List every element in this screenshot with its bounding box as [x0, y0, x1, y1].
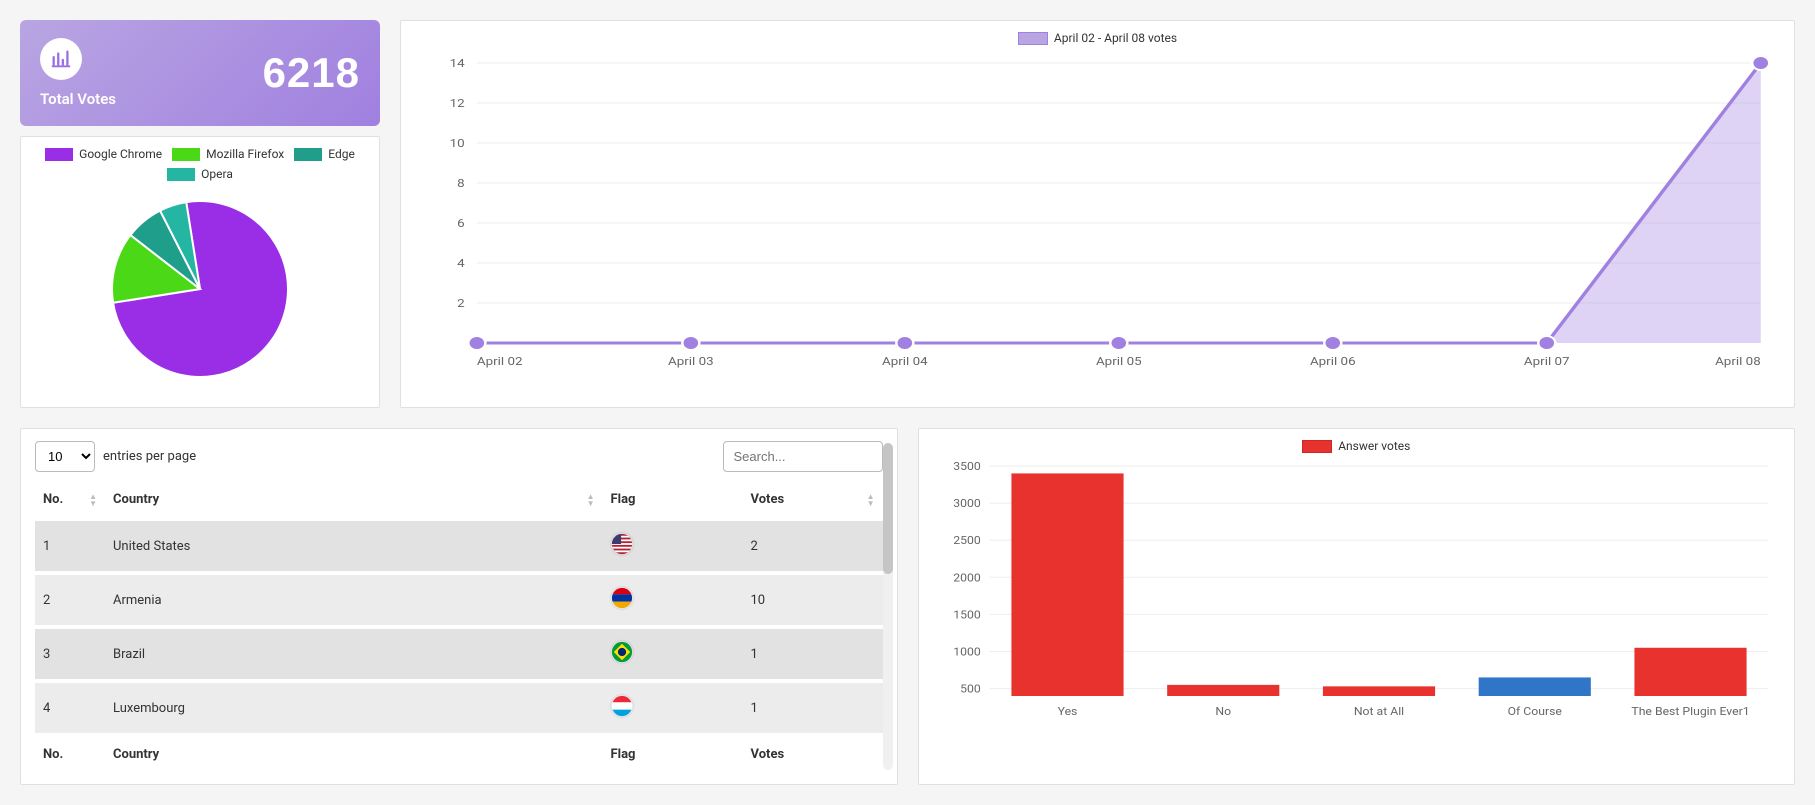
svg-text:3500: 3500	[953, 461, 980, 473]
total-votes-card: Total Votes 6218	[20, 20, 380, 126]
cell-country: United States	[105, 519, 603, 573]
cell-no: 4	[35, 681, 105, 735]
entries-label: entries per page	[103, 449, 196, 464]
svg-text:Not at All: Not at All	[1353, 705, 1403, 718]
svg-text:April 06: April 06	[1310, 355, 1356, 368]
cell-votes: 1	[743, 681, 883, 735]
cell-country: Armenia	[105, 573, 603, 627]
cell-votes: 10	[743, 573, 883, 627]
cell-flag	[603, 627, 743, 681]
sort-icon[interactable]: ▲▼	[587, 493, 595, 507]
cell-no: 2	[35, 573, 105, 627]
cell-votes: 2	[743, 519, 883, 573]
answer-bar-card: Answer votes 500 1000 1500 2000 2500 3000 3500…	[918, 428, 1796, 785]
svg-text:10: 10	[450, 137, 465, 150]
flag-icon	[611, 533, 633, 555]
flag-icon	[611, 587, 633, 609]
svg-text:6: 6	[457, 217, 465, 230]
svg-text:14: 14	[450, 57, 465, 70]
votes-line-chart: 2 4 6 8 10 12 14 April 02 April 03 April 04 April …	[416, 53, 1779, 373]
svg-text:April 05: April 05	[1096, 355, 1142, 368]
foot-flag: Flag	[603, 735, 743, 772]
svg-text:Of Course: Of Course	[1507, 705, 1561, 718]
col-country[interactable]: Country ▲▼	[105, 482, 603, 519]
votes-line-card: April 02 - April 08 votes 2 4 6 8 10 12 14 Apri…	[400, 20, 1795, 408]
bar-legend-swatch[interactable]	[1302, 440, 1332, 453]
sort-icon[interactable]: ▲▼	[867, 493, 875, 507]
col-votes[interactable]: Votes ▲▼	[743, 482, 883, 519]
svg-text:500: 500	[960, 682, 981, 695]
bar-legend-label[interactable]: Answer votes	[1338, 439, 1410, 453]
chart-icon	[40, 38, 82, 80]
line-legend-label[interactable]: April 02 - April 08 votes	[1054, 31, 1177, 45]
svg-text:4: 4	[457, 257, 465, 270]
search-input[interactable]	[723, 441, 883, 472]
svg-text:1000: 1000	[953, 645, 980, 658]
flag-icon	[611, 641, 633, 663]
svg-text:No: No	[1215, 705, 1231, 718]
cell-flag	[603, 519, 743, 573]
svg-text:2: 2	[457, 297, 465, 310]
svg-text:The Best Plugin Ever1: The Best Plugin Ever1	[1631, 705, 1749, 718]
cell-flag	[603, 681, 743, 735]
svg-text:2000: 2000	[953, 571, 980, 584]
pie-legend: Google Chrome Mozilla Firefox Edge Opera	[31, 147, 369, 181]
svg-text:3000: 3000	[953, 497, 980, 510]
cell-no: 3	[35, 627, 105, 681]
pie-legend-item[interactable]: Edge	[294, 147, 355, 161]
answer-bar-chart: 500 1000 1500 2000 2500 3000 3500 Yes No Not at A…	[934, 461, 1780, 721]
table-row[interactable]: 4Luxembourg 1	[35, 681, 883, 735]
country-table-card: 102550100 entries per page No. ▲▼ Countr…	[20, 428, 898, 785]
pie-legend-item[interactable]: Mozilla Firefox	[172, 147, 284, 161]
scrollbar[interactable]	[883, 443, 893, 770]
foot-country: Country	[105, 735, 603, 772]
foot-votes: Votes	[743, 735, 883, 772]
cell-country: Brazil	[105, 627, 603, 681]
pie-legend-item[interactable]: Opera	[167, 167, 233, 181]
entries-select[interactable]: 102550100	[35, 441, 95, 472]
svg-text:April 04: April 04	[882, 355, 928, 368]
table-row[interactable]: 1United States 2	[35, 519, 883, 573]
browser-pie-card: Google Chrome Mozilla Firefox Edge Opera	[20, 136, 380, 408]
cell-flag	[603, 573, 743, 627]
country-table: No. ▲▼ Country ▲▼ Flag Votes ▲▼	[35, 482, 883, 772]
col-no[interactable]: No. ▲▼	[35, 482, 105, 519]
svg-text:April 02: April 02	[477, 355, 523, 368]
table-row[interactable]: 3Brazil 1	[35, 627, 883, 681]
svg-text:April 03: April 03	[668, 355, 714, 368]
svg-text:12: 12	[450, 97, 465, 110]
table-row[interactable]: 2Armenia 10	[35, 573, 883, 627]
svg-text:1500: 1500	[953, 608, 980, 621]
kpi-title: Total Votes	[40, 90, 116, 108]
sort-icon[interactable]: ▲▼	[89, 493, 97, 507]
flag-icon	[611, 695, 633, 717]
cell-country: Luxembourg	[105, 681, 603, 735]
foot-no: No.	[35, 735, 105, 772]
svg-text:April 08: April 08	[1715, 355, 1761, 368]
cell-no: 1	[35, 519, 105, 573]
browser-pie-chart	[100, 189, 300, 389]
kpi-value: 6218	[263, 49, 360, 97]
cell-votes: 1	[743, 627, 883, 681]
svg-text:April 07: April 07	[1524, 355, 1570, 368]
svg-text:Yes: Yes	[1057, 705, 1077, 718]
svg-text:2500: 2500	[953, 534, 980, 547]
pie-legend-item[interactable]: Google Chrome	[45, 147, 162, 161]
line-legend-swatch[interactable]	[1018, 32, 1048, 45]
col-flag[interactable]: Flag	[603, 482, 743, 519]
svg-text:8: 8	[457, 177, 465, 190]
